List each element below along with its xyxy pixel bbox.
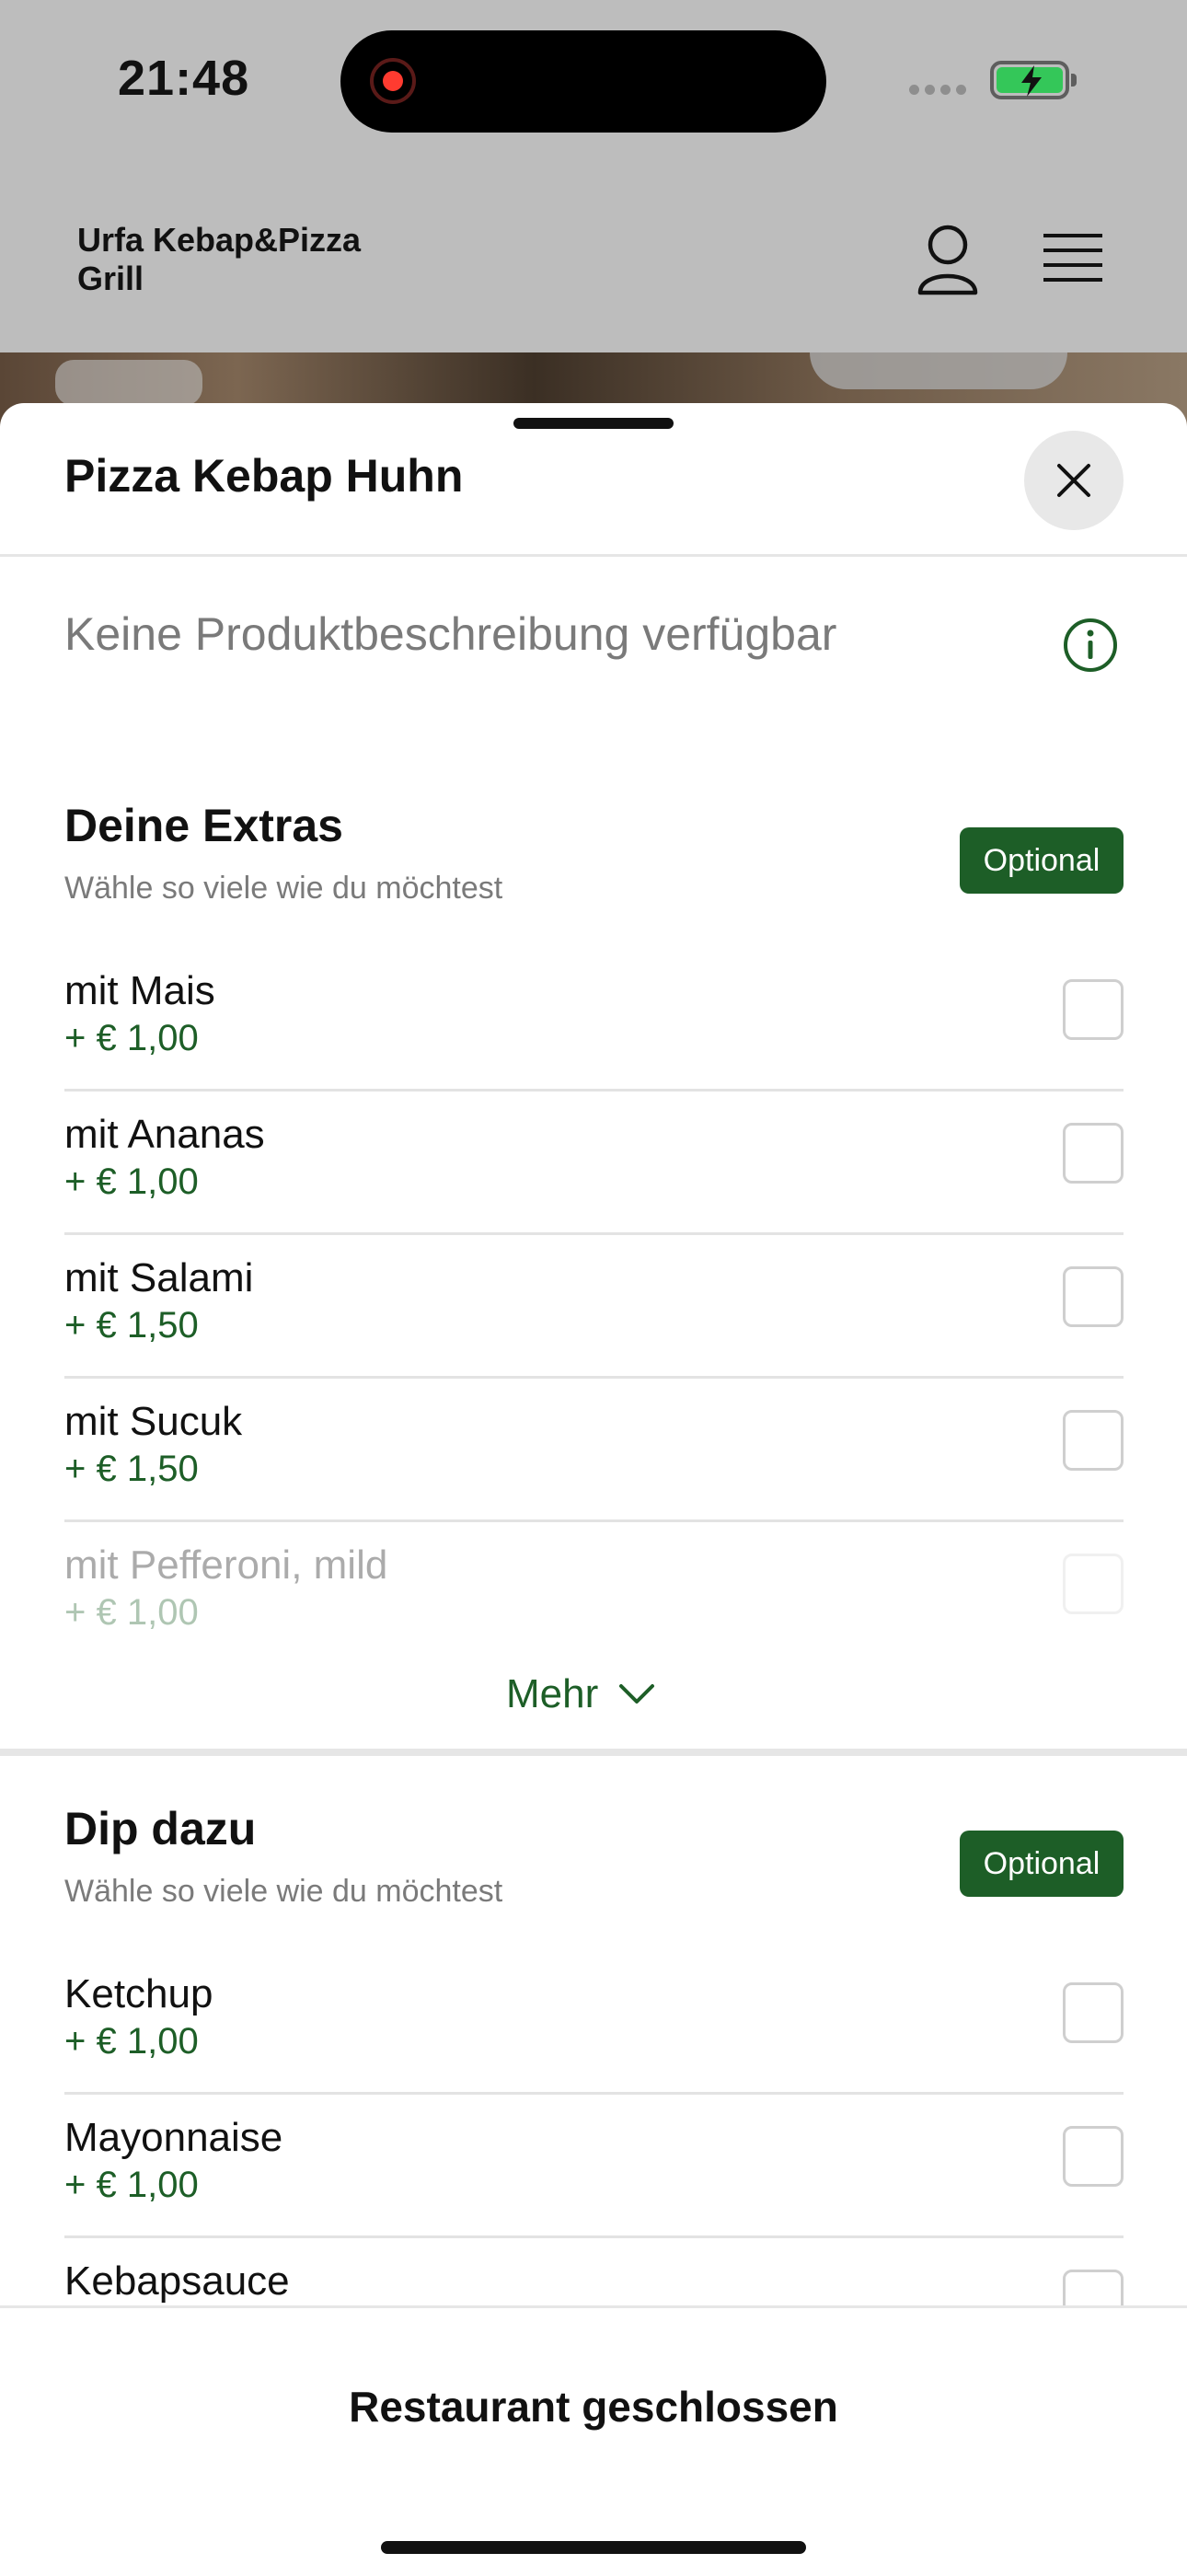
signal-icon [909, 85, 966, 95]
dynamic-island [340, 30, 826, 133]
option-price: + € 1,00 [64, 1018, 199, 1058]
option-price: + € 1,50 [64, 1449, 199, 1489]
status-time: 21:48 [118, 51, 250, 106]
restaurant-closed-label: Restaurant geschlossen [349, 2383, 838, 2431]
show-more-button[interactable]: Mehr [506, 1662, 655, 1727]
app-header: Urfa Kebap&Pizza Grill [0, 166, 1187, 352]
close-icon [1057, 464, 1090, 497]
option-price: + € 1,50 [64, 1305, 199, 1346]
group-subtitle-dips: Wähle so viele wie du möchtest [64, 1874, 503, 1909]
option-checkbox[interactable] [1063, 1266, 1124, 1327]
option-price: + € 1,00 [64, 1161, 199, 1202]
hamburger-icon[interactable] [1042, 230, 1104, 285]
option-name: mit Ananas [64, 1112, 265, 1157]
option-checkbox[interactable] [1063, 1554, 1124, 1614]
option-row[interactable]: Ketchup + € 1,00 [64, 1951, 1124, 2095]
option-price: + € 1,00 [64, 1592, 199, 1633]
option-row[interactable]: mit Mais + € 1,00 [64, 948, 1124, 1092]
group-subtitle-extras: Wähle so viele wie du möchtest [64, 871, 503, 906]
option-row[interactable]: mit Salami + € 1,50 [64, 1235, 1124, 1379]
option-name: Mayonnaise [64, 2115, 283, 2160]
option-checkbox[interactable] [1063, 979, 1124, 1040]
option-row[interactable]: mit Pefferoni, mild + € 1,00 [64, 1522, 1124, 1666]
option-name: Kebapsauce [64, 2258, 290, 2304]
option-checkbox[interactable] [1063, 1123, 1124, 1184]
option-name: mit Sucuk [64, 1399, 243, 1444]
divider [0, 554, 1187, 557]
option-checkbox[interactable] [1063, 2126, 1124, 2187]
option-name: Ketchup [64, 1971, 213, 2016]
option-row[interactable]: mit Sucuk + € 1,50 [64, 1379, 1124, 1522]
option-name: mit Mais [64, 968, 215, 1013]
option-price: + € 1,00 [64, 2021, 199, 2062]
footer-bar: Restaurant geschlossen [0, 2305, 1187, 2576]
product-title: Pizza Kebap Huhn [64, 450, 464, 502]
product-description: Keine Produktbeschreibung verfügbar [64, 608, 837, 660]
option-checkbox[interactable] [1063, 1410, 1124, 1471]
section-divider [0, 1749, 1187, 1756]
optional-badge: Optional [960, 827, 1124, 894]
info-icon[interactable] [1062, 617, 1119, 674]
group-title-dips: Dip dazu [64, 1803, 257, 1854]
battery-icon [990, 61, 1077, 99]
show-more-label: Mehr [506, 1671, 599, 1716]
optional-badge: Optional [960, 1831, 1124, 1897]
option-name: mit Pefferoni, mild [64, 1542, 388, 1588]
recording-icon [370, 58, 416, 104]
option-name: mit Salami [64, 1255, 254, 1300]
charging-bolt-icon [1021, 65, 1042, 97]
group-title-extras: Deine Extras [64, 800, 343, 851]
status-bar: 21:48 [0, 0, 1187, 166]
option-price: + € 1,00 [64, 2165, 199, 2205]
option-row[interactable]: mit Ananas + € 1,00 [64, 1092, 1124, 1235]
person-icon[interactable] [915, 223, 981, 296]
chevron-down-icon [619, 1684, 655, 1704]
sheet-grabber[interactable] [513, 418, 674, 429]
option-row[interactable]: Mayonnaise + € 1,00 [64, 2095, 1124, 2238]
product-sheet: Pizza Kebap Huhn Keine Produktbeschreibu… [0, 403, 1187, 2573]
home-indicator[interactable] [381, 2541, 806, 2554]
close-button[interactable] [1024, 431, 1124, 530]
restaurant-name: Urfa Kebap&Pizza Grill [77, 221, 362, 297]
option-checkbox[interactable] [1063, 1982, 1124, 2043]
